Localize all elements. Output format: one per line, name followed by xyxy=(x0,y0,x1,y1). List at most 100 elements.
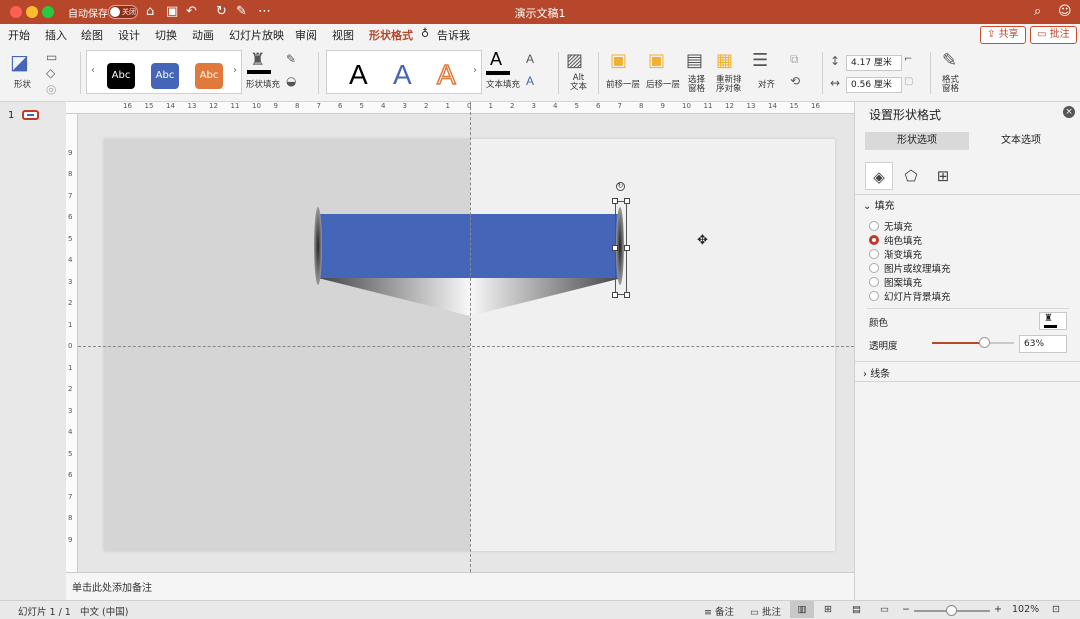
zoom-out-icon[interactable]: − xyxy=(902,604,910,615)
wordart-orange-outline[interactable]: A xyxy=(436,58,456,91)
fill-section-header[interactable]: ⌄ 填充 xyxy=(863,197,895,212)
fill-option-gradient[interactable]: 渐变填充 xyxy=(869,247,922,261)
share-button[interactable]: ⇪ 共享 xyxy=(980,26,1026,44)
shape-height-input[interactable]: 4.17 厘米 xyxy=(846,55,902,71)
resize-handle[interactable] xyxy=(612,245,618,251)
comments-button[interactable]: ▭ 批注 xyxy=(1030,26,1077,44)
tab-shape-format[interactable]: 形状格式 xyxy=(369,27,413,47)
fill-line-icon[interactable]: ◈ xyxy=(865,162,893,190)
radio-button[interactable] xyxy=(869,221,879,231)
slide-canvas[interactable]: ↻ ✥ xyxy=(78,114,854,572)
gallery-right-icon[interactable]: › xyxy=(473,65,477,76)
fill-option-slide-background[interactable]: 幻灯片背景填充 xyxy=(869,289,951,303)
tab-text-options[interactable]: 文本选项 xyxy=(969,132,1073,150)
color-picker-button[interactable]: ♜ xyxy=(1039,312,1067,330)
transparency-slider-track[interactable] xyxy=(932,337,1014,348)
text-outline-icon[interactable]: A xyxy=(526,52,534,66)
gallery-right-icon[interactable]: › xyxy=(233,65,237,76)
tab-transitions[interactable]: 切换 xyxy=(155,27,177,43)
fill-option-picture[interactable]: 图片或纹理填充 xyxy=(869,261,951,275)
tab-home[interactable]: 开始 xyxy=(8,27,30,43)
slide-gray-background-shape[interactable] xyxy=(104,139,470,551)
shape-outline-icon[interactable]: ✎ xyxy=(286,52,296,66)
alt-text-icon[interactable]: ▨ xyxy=(566,50,583,71)
shapes-icon[interactable]: ◪ xyxy=(10,50,29,74)
horizontal-guide[interactable] xyxy=(78,346,854,347)
tab-shape-options[interactable]: 形状选项 xyxy=(865,132,969,150)
resize-handle[interactable] xyxy=(624,198,630,204)
send-backward-icon[interactable]: ▣ xyxy=(648,50,665,71)
smiley-icon[interactable]: ☺ xyxy=(1058,4,1072,20)
radio-button[interactable] xyxy=(869,277,879,287)
text-box-icon[interactable]: ▭ xyxy=(46,50,57,64)
zoom-in-icon[interactable]: + xyxy=(994,604,1002,615)
fill-option-solid[interactable]: 纯色填充 xyxy=(869,233,922,247)
line-section-header[interactable]: › 线条 xyxy=(863,365,890,380)
tab-slideshow[interactable]: 幻灯片放映 xyxy=(229,27,284,43)
comments-toggle[interactable]: ▭ 批注 xyxy=(750,604,781,618)
resize-handle[interactable] xyxy=(624,245,630,251)
resize-handle[interactable] xyxy=(624,292,630,298)
shape-width-input[interactable]: 0.56 厘米 xyxy=(846,77,902,93)
shape-styles-gallery[interactable]: ‹ Abc Abc Abc › xyxy=(86,50,242,94)
fill-option-pattern[interactable]: 图案填充 xyxy=(869,275,922,289)
text-fill-icon[interactable]: A xyxy=(490,49,502,70)
reorder-icon[interactable]: ▦ xyxy=(716,50,733,71)
search-icon[interactable]: ⌕ xyxy=(1034,4,1041,20)
bring-forward-icon[interactable]: ▣ xyxy=(610,50,627,71)
selection-pane-icon[interactable]: ▤ xyxy=(686,50,703,71)
fit-to-window-icon[interactable]: ⊡ xyxy=(1052,604,1060,615)
zoom-slider-thumb[interactable] xyxy=(946,605,957,616)
left-curl-shape[interactable] xyxy=(314,207,322,285)
language-status[interactable]: 中文 (中国) xyxy=(80,604,128,618)
merge-shapes-icon[interactable]: ◎ xyxy=(46,82,56,96)
tab-animations[interactable]: 动画 xyxy=(192,27,214,43)
format-pane-icon[interactable]: ✎ xyxy=(942,50,957,71)
normal-view-icon[interactable]: ▥ xyxy=(790,601,814,618)
effects-icon[interactable]: ⬠ xyxy=(897,162,925,190)
close-pane-icon[interactable]: × xyxy=(1063,106,1075,118)
shape-effects-icon[interactable]: ◒ xyxy=(286,74,296,88)
vertical-guide[interactable] xyxy=(470,102,471,572)
radio-button-checked[interactable] xyxy=(869,235,879,245)
style-swatch-orange[interactable]: Abc xyxy=(195,63,223,89)
radio-button[interactable] xyxy=(869,291,879,301)
radio-button[interactable] xyxy=(869,263,879,273)
style-swatch-blue[interactable]: Abc xyxy=(151,63,179,89)
tab-view[interactable]: 视图 xyxy=(332,27,354,43)
wordart-gallery[interactable]: A A A › xyxy=(326,50,482,94)
notes-placeholder[interactable]: 单击此处添加备注 xyxy=(72,579,152,594)
slide-thumbnail[interactable] xyxy=(22,110,39,120)
wordart-black[interactable]: A xyxy=(349,59,368,91)
wordart-blue[interactable]: A xyxy=(393,59,412,91)
notes-area[interactable]: 单击此处添加备注 xyxy=(66,572,854,600)
rotate-handle[interactable]: ↻ xyxy=(616,182,625,191)
slide-sorter-icon[interactable]: ⊞ xyxy=(824,604,832,615)
tab-design[interactable]: 设计 xyxy=(118,27,140,43)
tab-review[interactable]: 审阅 xyxy=(295,27,317,43)
edit-shape-icon[interactable]: ◇ xyxy=(46,66,55,80)
style-swatch-black[interactable]: Abc xyxy=(107,63,135,89)
group-icon[interactable]: ⧉ xyxy=(790,52,799,67)
fill-option-none[interactable]: 无填充 xyxy=(869,219,913,233)
align-icon[interactable]: ☰ xyxy=(752,50,768,71)
paint-bucket-icon[interactable]: ♜ xyxy=(250,50,265,70)
transparency-input[interactable]: 63% xyxy=(1019,335,1067,353)
tab-insert[interactable]: 插入 xyxy=(45,27,67,43)
notes-toggle[interactable]: ≡ 备注 xyxy=(704,604,734,618)
transparency-slider-thumb[interactable] xyxy=(978,337,990,348)
zoom-slider[interactable] xyxy=(914,605,990,616)
rotate-icon[interactable]: ⟲ xyxy=(790,74,800,88)
lock-ratio-icon[interactable]: ▢ xyxy=(904,76,913,87)
resize-handle[interactable] xyxy=(612,198,618,204)
resize-handle[interactable] xyxy=(612,292,618,298)
text-effects-icon[interactable]: A xyxy=(526,74,534,88)
gallery-left-icon[interactable]: ‹ xyxy=(91,65,95,76)
zoom-level[interactable]: 102% xyxy=(1012,604,1039,615)
tab-draw[interactable]: 绘图 xyxy=(81,27,103,43)
tell-me-search[interactable]: 告诉我 xyxy=(437,27,470,43)
reading-view-icon[interactable]: ▤ xyxy=(852,604,861,615)
radio-button[interactable] xyxy=(869,249,879,259)
slideshow-icon[interactable]: ▭ xyxy=(880,604,889,615)
crop-icon[interactable]: ⌐ xyxy=(904,54,912,65)
